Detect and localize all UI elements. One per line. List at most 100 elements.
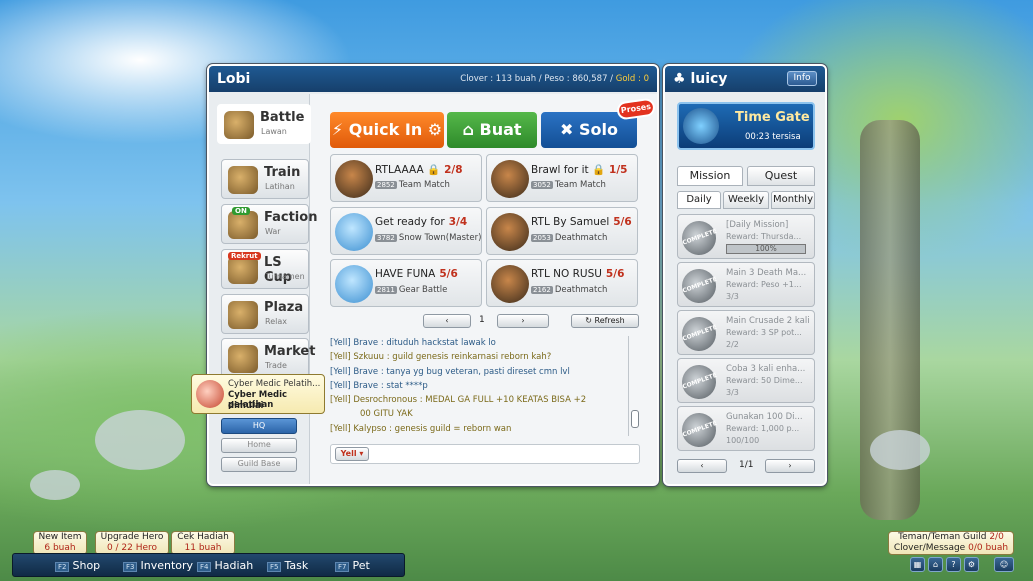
room-card[interactable]: Get ready for 3/4 3782 Snow Town(Master) xyxy=(330,207,482,255)
chat-line: 00 GITU YAK xyxy=(360,409,413,420)
nav-label: Plaza xyxy=(264,300,304,315)
mission-item[interactable]: COMPLETE [Daily Mission] Reward: Thursda… xyxy=(677,214,815,260)
mission-title: Coba 3 kali enha... xyxy=(726,364,806,374)
nav-label: Train xyxy=(264,165,301,180)
cyber-medic-avatar xyxy=(196,380,224,408)
currency-stats: Clover : 113 buah / Peso : 860,587 / Gol… xyxy=(460,74,649,84)
background-rock xyxy=(95,410,185,470)
lock-icon: 🔒 xyxy=(427,164,441,176)
home-icon[interactable]: ⌂ xyxy=(928,557,943,572)
train-icon xyxy=(228,166,258,194)
battle-icon xyxy=(224,111,254,139)
guild-base-button[interactable]: Guild Base xyxy=(221,457,297,472)
plaza-icon xyxy=(228,301,258,329)
room-mode: 3782 Snow Town(Master) xyxy=(375,233,482,243)
mission-title: [Daily Mission] xyxy=(726,220,789,230)
upgrade-hero-note[interactable]: Upgrade Hero 0 / 22 Hero xyxy=(95,531,169,555)
bottom-bar: F2 Shop F3 Inventory F4 Hadiah F5 Task F7 Pet xyxy=(12,553,405,577)
mission-item[interactable]: COMPLETE Main Crusade 2 kali Reward: 3 S… xyxy=(677,310,815,356)
on-tag: ON xyxy=(232,207,250,215)
hotkey-label: F7 xyxy=(335,562,350,572)
nav-battle[interactable]: Battle Lawan xyxy=(217,104,311,144)
cek-hadiah-note[interactable]: Cek Hadiah 11 buah xyxy=(171,531,235,555)
bottombar-hadiah[interactable]: F4 Hadiah xyxy=(197,556,253,575)
chat-mode-select[interactable]: Yell ▾ xyxy=(335,447,369,461)
room-avatar xyxy=(335,160,373,198)
tab-weekly[interactable]: Weekly xyxy=(723,191,769,209)
quick-in-button[interactable]: ⚡ Quick In ⚙ xyxy=(330,112,444,148)
room-name: RTL NO RUSU 5/6 xyxy=(531,268,625,280)
room-avatar xyxy=(491,160,529,198)
hq-button[interactable]: HQ xyxy=(221,418,297,434)
refresh-button[interactable]: ↻ Refresh xyxy=(571,314,639,328)
complete-badge-icon: COMPLETE xyxy=(677,312,721,356)
chat-input[interactable]: Yell ▾ xyxy=(330,444,640,464)
mission-reward: Reward: 50 Dime... xyxy=(726,376,803,385)
room-card[interactable]: HAVE FUNA 5/6 2811 Gear Battle xyxy=(330,259,482,307)
room-card[interactable]: RTL By Samuel 5/6 2053 Deathmatch xyxy=(486,207,638,255)
mission-prev-button[interactable]: ‹ xyxy=(677,459,727,473)
tab-mission[interactable]: Mission xyxy=(677,166,743,186)
mission-item[interactable]: COMPLETE Coba 3 kali enha... Reward: 50 … xyxy=(677,358,815,404)
room-mode: 2053 Deathmatch xyxy=(531,233,608,243)
nav-sub: War xyxy=(265,227,281,236)
room-card[interactable]: Brawl for it 🔒 1/5 3052 Team Match xyxy=(486,154,638,202)
bottombar-task[interactable]: F5 Task xyxy=(267,556,308,575)
gear-icon[interactable]: ⚙ xyxy=(428,120,442,139)
scroll-thumb[interactable] xyxy=(631,410,639,428)
tooltip-line2: dimulai xyxy=(228,401,264,411)
nav-train[interactable]: Train Latihan xyxy=(221,159,309,199)
nav-plaza[interactable]: Plaza Relax xyxy=(221,294,309,334)
nav-market[interactable]: Market Trade xyxy=(221,338,315,378)
time-gate-banner[interactable]: Time Gate 00:23 tersisa xyxy=(677,102,815,150)
mission-item[interactable]: COMPLETE Gunakan 100 Di... Reward: 1,000… xyxy=(677,406,815,452)
background-rock xyxy=(30,470,80,500)
username: luicy xyxy=(690,71,728,87)
complete-badge-icon: COMPLETE xyxy=(677,408,721,452)
user-title-bar: ♣ luicy Info xyxy=(665,66,825,92)
mission-item[interactable]: COMPLETE Main 3 Death Ma... Reward: Peso… xyxy=(677,262,815,308)
mission-title: Gunakan 100 Di... xyxy=(726,412,803,422)
friends-note[interactable]: Teman/Teman Guild 2/0 Clover/Message 0/0… xyxy=(888,531,1014,555)
bottombar-shop[interactable]: F2 Shop xyxy=(55,556,100,575)
room-card[interactable]: RTL NO RUSU 5/6 2162 Deathmatch xyxy=(486,259,638,307)
tab-daily[interactable]: Daily xyxy=(677,191,721,209)
mission-reward: Reward: 3 SP pot... xyxy=(726,328,802,337)
room-avatar xyxy=(335,265,373,303)
help-icon[interactable]: ? xyxy=(946,557,961,572)
buat-label: Buat xyxy=(479,120,522,139)
chat-log: [Yell] Brave : dituduh hackstat lawak lo… xyxy=(330,336,630,444)
nav-lscup[interactable]: Rekrut LS Cup Turnamen xyxy=(221,249,309,289)
tab-quest[interactable]: Quest xyxy=(747,166,815,186)
new-item-note[interactable]: New Item 6 buah xyxy=(33,531,87,555)
chat-scrollbar[interactable] xyxy=(628,336,640,436)
room-avatar xyxy=(491,265,529,303)
home-button[interactable]: Home xyxy=(221,438,297,453)
mission-reward: Reward: Peso +1... xyxy=(726,280,802,289)
room-name: Get ready for 3/4 xyxy=(375,216,468,228)
mission-title: Main 3 Death Ma... xyxy=(726,268,807,278)
mission-next-button[interactable]: › xyxy=(765,459,815,473)
bottombar-label: Task xyxy=(284,559,309,572)
bottombar-inventory[interactable]: F3 Inventory xyxy=(123,556,193,575)
bottombar-label: Shop xyxy=(72,559,101,572)
bottombar-pet[interactable]: F7 Pet xyxy=(335,556,370,575)
time-gate-title: Time Gate xyxy=(735,110,810,125)
next-page-button[interactable]: › xyxy=(497,314,549,328)
chat-line: [Yell] Szkuuu : guild genesis reinkarnas… xyxy=(330,352,552,363)
tab-monthly[interactable]: Monthly xyxy=(771,191,815,209)
room-mode: 2852 Team Match xyxy=(375,180,450,190)
buat-button[interactable]: ⌂ Buat xyxy=(447,112,537,148)
friends-icon[interactable]: ☺ xyxy=(994,557,1014,572)
settings-icon[interactable]: ⚙ xyxy=(964,557,979,572)
calendar-icon[interactable]: ▦ xyxy=(910,557,925,572)
room-card[interactable]: RTLAAAA 🔒 2/8 2852 Team Match xyxy=(330,154,482,202)
nav-label: Market xyxy=(264,344,316,359)
nav-faction[interactable]: ON Faction War xyxy=(221,204,317,244)
info-button[interactable]: Info xyxy=(787,71,817,86)
rekrut-tag: Rekrut xyxy=(228,252,261,260)
lobby-title: Lobi xyxy=(217,71,251,87)
mission-progress-text: 3/3 xyxy=(726,292,739,301)
mission-progress-text: 100/100 xyxy=(726,436,760,445)
prev-page-button[interactable]: ‹ xyxy=(423,314,471,328)
